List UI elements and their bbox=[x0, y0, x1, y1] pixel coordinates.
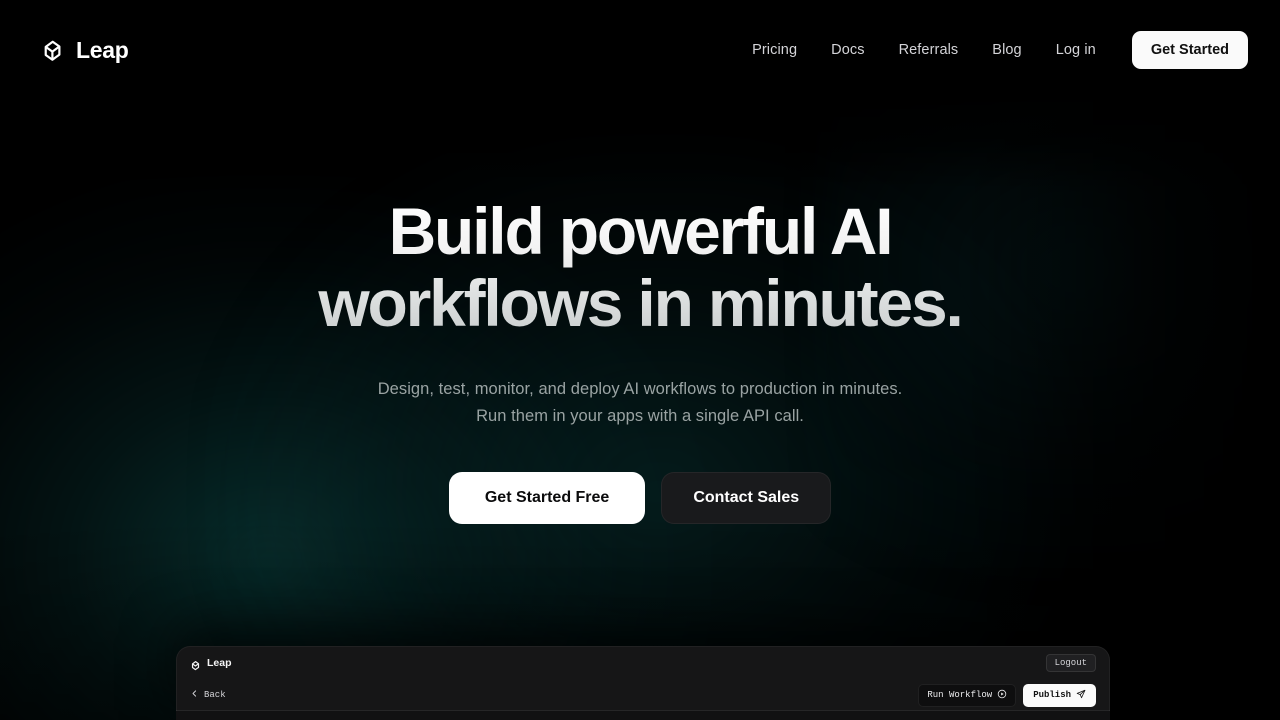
back-label: Back bbox=[204, 690, 226, 700]
preview-toolbar: Back Run Workflow Publish bbox=[176, 680, 1110, 710]
right-black-fade bbox=[960, 0, 1280, 720]
nav-link-blog[interactable]: Blog bbox=[975, 34, 1038, 66]
landing-page: Leap Pricing Docs Referrals Blog Log in … bbox=[0, 0, 1280, 720]
headline-line-1: Build powerful AI bbox=[388, 194, 892, 268]
publish-button[interactable]: Publish bbox=[1023, 683, 1096, 707]
nav-link-docs[interactable]: Docs bbox=[814, 34, 881, 66]
preview-brand-logo[interactable]: Leap bbox=[190, 657, 232, 670]
cube-outline-icon bbox=[40, 38, 65, 63]
nav-link-login[interactable]: Log in bbox=[1039, 34, 1113, 66]
back-button[interactable]: Back bbox=[190, 689, 226, 701]
background-gradient-layer bbox=[0, 0, 1280, 720]
preview-brand-name: Leap bbox=[207, 657, 232, 669]
chevron-left-icon bbox=[190, 689, 199, 701]
send-icon bbox=[1076, 689, 1086, 702]
brand-name: Leap bbox=[76, 36, 129, 63]
site-header: Leap Pricing Docs Referrals Blog Log in … bbox=[0, 0, 1280, 100]
get-started-free-button[interactable]: Get Started Free bbox=[448, 471, 646, 524]
get-started-button[interactable]: Get Started bbox=[1131, 31, 1248, 69]
nav-link-pricing[interactable]: Pricing bbox=[735, 34, 814, 66]
preview-action-buttons: Run Workflow Publish bbox=[918, 683, 1096, 707]
run-workflow-label: Run Workflow bbox=[927, 690, 993, 700]
contact-sales-button[interactable]: Contact Sales bbox=[661, 471, 832, 524]
play-circle-icon bbox=[997, 689, 1007, 702]
publish-label: Publish bbox=[1033, 690, 1071, 700]
headline-line-2: workflows in minutes. bbox=[318, 265, 962, 340]
run-workflow-button[interactable]: Run Workflow bbox=[918, 683, 1017, 707]
subtitle-line-2: Run them in your apps with a single API … bbox=[476, 406, 804, 425]
preview-topbar: Leap Logout bbox=[176, 646, 1110, 680]
hero-subtitle: Design, test, monitor, and deploy AI wor… bbox=[290, 376, 990, 430]
app-preview-panel: Leap Logout Back Run Workflow Publish bbox=[176, 646, 1110, 720]
cube-outline-icon bbox=[190, 658, 201, 670]
nav-link-referrals[interactable]: Referrals bbox=[882, 34, 976, 66]
page-title: Build powerful AI workflows in minutes. bbox=[210, 196, 1070, 340]
primary-navigation: Pricing Docs Referrals Blog Log in Get S… bbox=[735, 31, 1248, 69]
logout-button[interactable]: Logout bbox=[1045, 654, 1096, 672]
subtitle-line-1: Design, test, monitor, and deploy AI wor… bbox=[377, 379, 903, 398]
workflow-canvas[interactable] bbox=[176, 711, 1110, 720]
hero-cta-row: Get Started Free Contact Sales bbox=[448, 471, 832, 524]
brand-logo[interactable]: Leap bbox=[40, 36, 129, 64]
